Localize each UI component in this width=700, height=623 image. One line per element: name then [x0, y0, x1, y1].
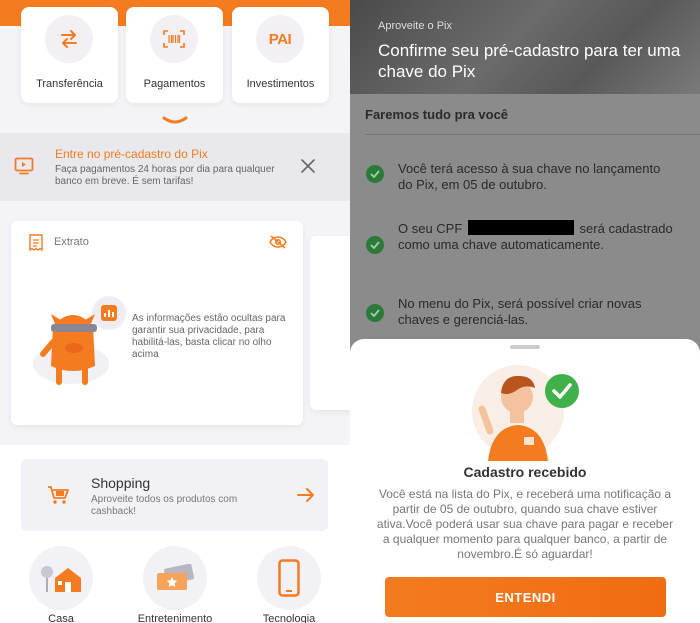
mascot-blindfold-illustration [31, 286, 131, 396]
redacted-cpf [467, 220, 574, 235]
quick-action-label: Investimentos [246, 78, 315, 90]
category-label: Casa [48, 613, 74, 623]
quick-action-investments[interactable]: PAI Investimentos [232, 7, 329, 103]
ticket-icon [143, 546, 207, 610]
category-casa[interactable]: Casa [29, 546, 93, 623]
banner-description: Faça pagamentos 24 horas por dia para qu… [55, 164, 275, 187]
hero-subtitle: Aproveite o Pix [378, 20, 452, 32]
check-icon [366, 236, 384, 254]
sheet-drag-handle[interactable] [510, 345, 540, 349]
section-title: Faremos tudo pra você [365, 107, 509, 122]
shopping-cart-icon [47, 485, 69, 510]
quick-action-label: Transferência [36, 78, 103, 90]
benefit-text: O seu CPF será cadastrado como uma chave… [398, 220, 678, 253]
hidden-info-message: As informações estão ocultas para garant… [132, 313, 286, 360]
banner-title: Entre no pré-cadastro do Pix [55, 147, 208, 161]
shopping-title: Shopping [91, 475, 151, 491]
right-screen: Aproveite o Pix Confirme seu pré-cadastr… [350, 0, 700, 623]
extrato-card[interactable]: Extrato As informações estão ocultas par… [11, 221, 303, 425]
hero-title: Confirme seu pré-cadastro para ter uma c… [378, 41, 681, 81]
check-icon [366, 304, 384, 322]
benefit-text: No menu do Pix, será possível criar nova… [398, 296, 642, 327]
quick-action-label: Pagamentos [143, 78, 206, 90]
confirmation-bottom-sheet: Cadastro recebido Você está na lista do … [350, 339, 700, 623]
extrato-title: Extrato [54, 236, 89, 248]
quick-action-transfer[interactable]: Transferência [21, 7, 118, 103]
divider [365, 134, 700, 135]
category-entretenimento[interactable]: Entretenimento [138, 546, 212, 623]
entendi-button[interactable]: ENTENDI [385, 577, 666, 617]
category-label: Entretenimento [137, 613, 213, 623]
hero-banner: Aproveite o Pix Confirme seu pré-cadastr… [350, 0, 700, 94]
sheet-heading: Cadastro recebido [463, 464, 587, 480]
benefit-text-before: O seu CPF [398, 221, 463, 236]
shopping-card[interactable]: Shopping Aproveite todos os produtos com… [21, 459, 328, 531]
left-screen: Transferência Pagamentos PAI Investiment… [0, 0, 350, 623]
shopping-description: Aproveite todos os produtos com cashback… [91, 494, 238, 517]
arrow-right-icon[interactable] [297, 488, 315, 507]
receipt-icon [28, 234, 44, 257]
video-play-icon [14, 157, 34, 180]
category-label: Tecnologia [262, 613, 316, 623]
eye-hidden-icon[interactable] [269, 235, 287, 254]
dimmed-content: Faremos tudo pra você Você terá acesso à… [350, 94, 700, 354]
pix-precadastro-banner[interactable]: Entre no pré-cadastro do Pix Faça pagame… [0, 133, 350, 201]
success-person-illustration [468, 361, 584, 466]
smartphone-icon [257, 546, 321, 610]
barcode-icon [150, 15, 198, 63]
sheet-body: Você está na lista do Pix, e receberá um… [376, 487, 674, 561]
close-icon[interactable] [300, 158, 316, 174]
check-icon [366, 165, 384, 183]
house-icon [29, 546, 93, 610]
transfer-arrows-icon [45, 15, 93, 63]
pai-logo: PAI [256, 15, 304, 63]
quick-action-payments[interactable]: Pagamentos [126, 7, 223, 103]
chevron-down-icon[interactable] [162, 113, 188, 124]
benefit-text: Você terá acesso à sua chave no lançamen… [398, 161, 661, 192]
next-card-peek[interactable] [310, 236, 350, 410]
category-tecnologia[interactable]: Tecnologia [257, 546, 321, 623]
